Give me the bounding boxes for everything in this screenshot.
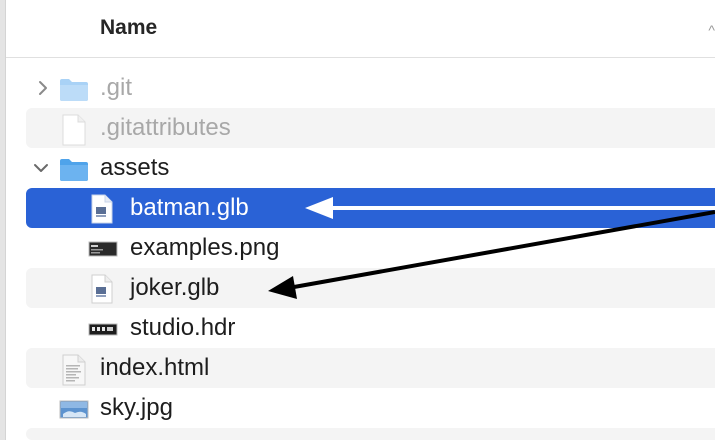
file-row-studio-hdr[interactable]: studio.hdr	[26, 308, 715, 348]
folder-icon	[59, 74, 89, 104]
folder-icon	[59, 154, 89, 184]
file-name: .gitattributes	[100, 114, 231, 141]
jpg-image-thumbnail-icon	[59, 394, 89, 424]
file-row-partial	[26, 428, 715, 440]
file-name: batman.glb	[130, 194, 249, 221]
blank-document-icon	[61, 114, 91, 146]
file-name: studio.hdr	[130, 314, 236, 341]
file-name: sky.jpg	[100, 394, 173, 421]
finder-list-view: Name ^ .git .gitattributes assets batman…	[0, 0, 715, 440]
html-document-icon	[61, 354, 91, 386]
file-name: assets	[100, 154, 170, 181]
file-name: index.html	[100, 354, 210, 381]
file-name: .git	[100, 74, 133, 101]
glb-document-icon	[90, 274, 120, 304]
file-row-joker-glb[interactable]: joker.glb	[26, 268, 715, 308]
file-row-assets[interactable]: assets	[26, 148, 715, 188]
file-row-index-html[interactable]: index.html	[26, 348, 715, 388]
file-row-sky-jpg[interactable]: sky.jpg	[26, 388, 715, 428]
file-name: joker.glb	[130, 274, 220, 301]
file-row-git[interactable]: .git	[26, 68, 715, 108]
column-header: Name ^	[6, 0, 715, 58]
file-name: examples.png	[130, 234, 280, 261]
glb-document-icon	[90, 194, 120, 224]
window-left-edge	[0, 0, 6, 440]
file-row-examples-png[interactable]: examples.png	[26, 228, 715, 268]
file-row-batman-glb[interactable]: batman.glb	[26, 188, 715, 228]
name-column-header[interactable]: Name	[100, 16, 157, 40]
chevron-right-icon[interactable]	[34, 78, 52, 98]
png-image-thumbnail-icon	[88, 234, 118, 264]
chevron-down-icon[interactable]	[32, 158, 50, 178]
file-row-gitattributes[interactable]: .gitattributes	[26, 108, 715, 148]
sort-indicator-icon[interactable]: ^	[708, 22, 715, 38]
hdr-image-thumbnail-icon	[88, 314, 118, 344]
